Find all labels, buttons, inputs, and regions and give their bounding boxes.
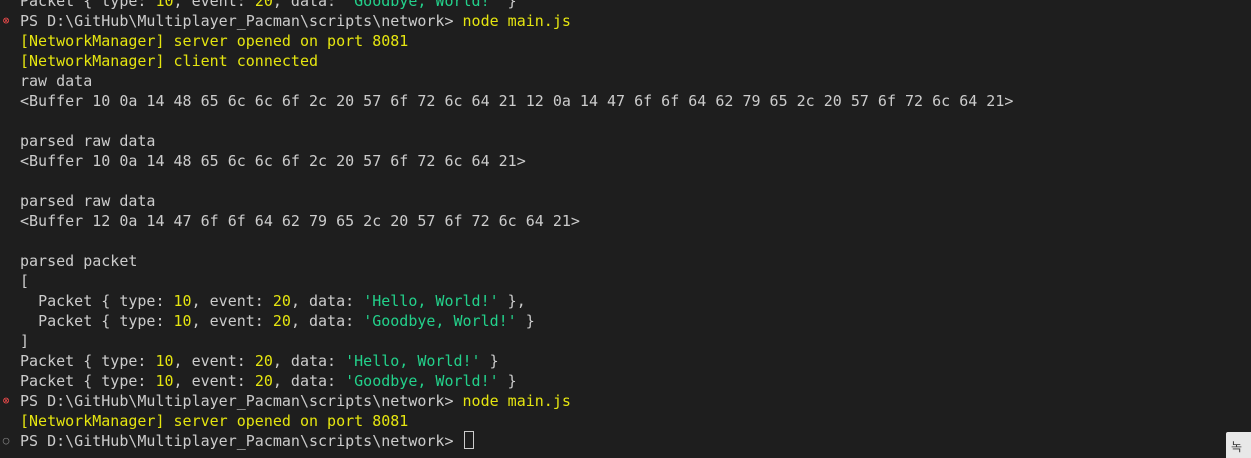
- command-text: node main.js: [462, 12, 571, 30]
- terminal-line: <Buffer 12 0a 14 47 6f 6f 64 62 79 65 2c…: [20, 212, 580, 230]
- cursor: [463, 431, 474, 449]
- terminal-line: Packet { type: 10, event: 20, data: 'Hel…: [20, 352, 499, 370]
- terminal-line: <Buffer 10 0a 14 48 65 6c 6c 6f 2c 20 57…: [20, 92, 1014, 110]
- terminal-line: parsed raw data: [20, 132, 156, 150]
- error-status-icon[interactable]: ⊗: [0, 391, 12, 411]
- terminal-active-prompt[interactable]: ○ PS D:\GitHub\Multiplayer_Pacman\scripts…: [3, 431, 1013, 451]
- terminal-line: Packet { type: 10, event: 20, data: 'Goo…: [20, 0, 517, 10]
- terminal-line: [: [20, 272, 30, 290]
- ime-indicator-badge[interactable]: 녹: [1226, 432, 1251, 458]
- terminal-line: parsed packet: [20, 252, 138, 270]
- running-status-icon[interactable]: ○: [0, 431, 12, 451]
- terminal-line: Packet { type: 10, event: 20, data: 'Hel…: [38, 292, 526, 310]
- terminal-output: Packet { type: 10, event: 20, data: 'Goo…: [3, 0, 1014, 451]
- terminal-line: Packet { type: 10, event: 20, data: 'Goo…: [38, 312, 535, 330]
- terminal-line: Packet { type: 10, event: 20, data: 'Goo…: [20, 372, 517, 390]
- error-status-icon[interactable]: ⊗: [0, 11, 12, 31]
- terminal-line: ]: [20, 332, 30, 350]
- terminal-line: [NetworkManager] client connected: [20, 52, 319, 70]
- command-text: node main.js: [462, 392, 571, 410]
- terminal-line: [NetworkManager] server opened on port 8…: [20, 32, 409, 50]
- terminal-panel[interactable]: Packet { type: 10, event: 20, data: 'Goo…: [0, 0, 1251, 458]
- terminal-line: <Buffer 10 0a 14 48 65 6c 6c 6f 2c 20 57…: [20, 152, 526, 170]
- terminal-line: parsed raw data: [20, 192, 156, 210]
- terminal-line: [NetworkManager] server opened on port 8…: [20, 412, 409, 430]
- terminal-prompt-line: ⊗ PS D:\GitHub\Multiplayer_Pacman\scripts…: [3, 391, 1013, 411]
- terminal-line: raw data: [20, 72, 93, 90]
- terminal-prompt-line: ⊗ PS D:\GitHub\Multiplayer_Pacman\scripts…: [3, 11, 1013, 31]
